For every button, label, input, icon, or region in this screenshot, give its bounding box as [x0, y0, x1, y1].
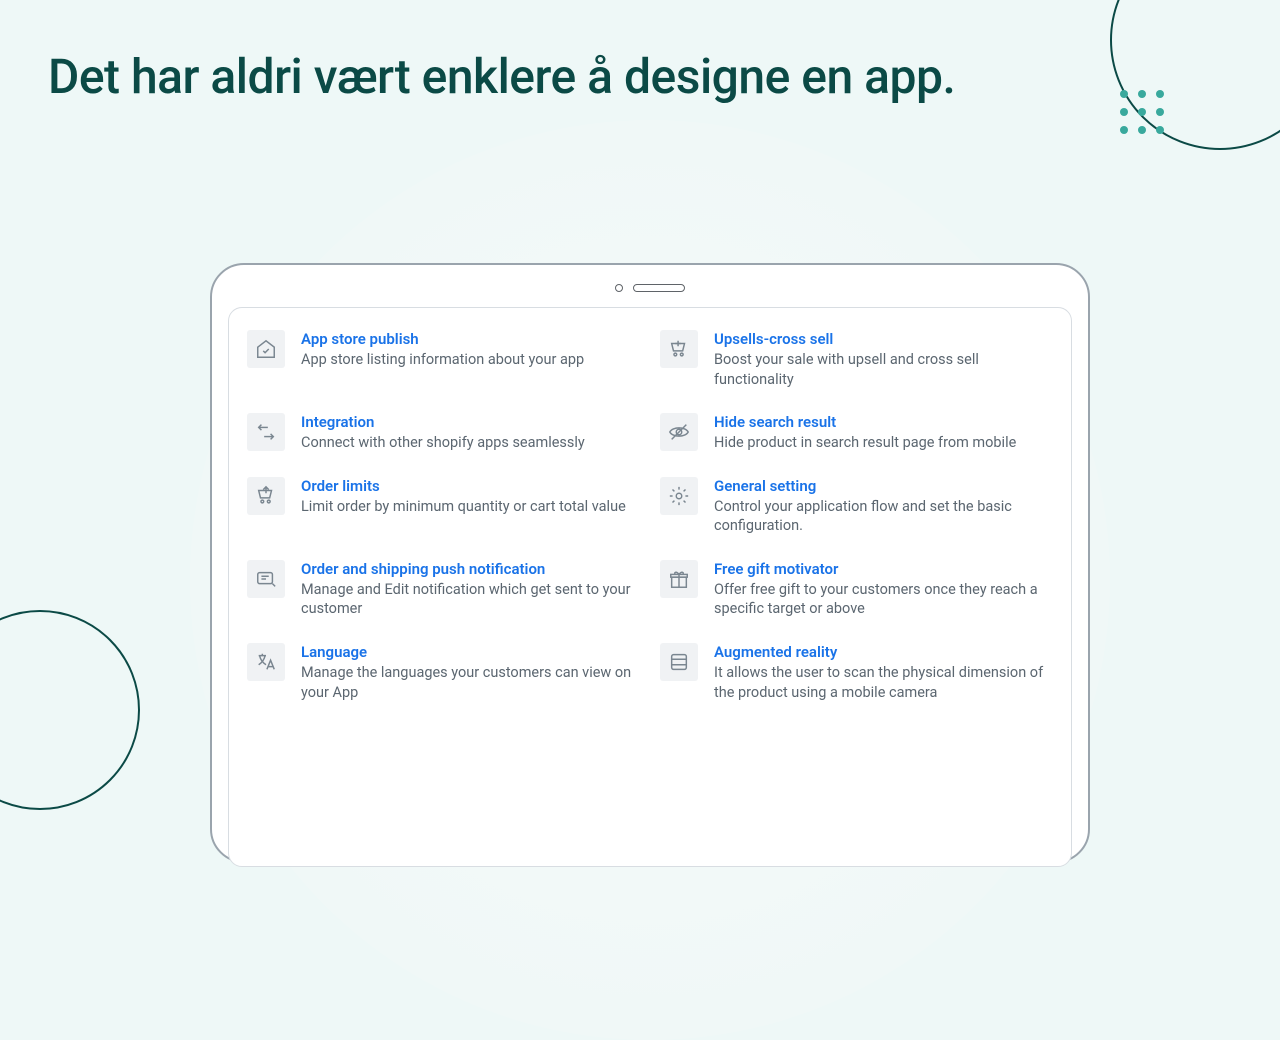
feature-desc: Limit order by minimum quantity or cart … [301, 497, 640, 517]
feature-augmented-reality[interactable]: Augmented reality It allows the user to … [660, 643, 1053, 702]
gear-icon [660, 477, 698, 515]
feature-order-limits[interactable]: Order limits Limit order by minimum quan… [247, 477, 640, 536]
decorative-circle-bottom [0, 610, 140, 810]
feature-desc: Manage the languages your customers can … [301, 663, 640, 702]
feature-desc: Control your application flow and set th… [714, 497, 1053, 536]
feature-title: App store publish [301, 330, 640, 348]
feature-language[interactable]: Language Manage the languages your custo… [247, 643, 640, 702]
feature-order-shipping-notification[interactable]: Order and shipping push notification Man… [247, 560, 640, 619]
gift-icon [660, 560, 698, 598]
house-check-icon [247, 330, 285, 368]
feature-desc: Manage and Edit notification which get s… [301, 580, 640, 619]
feature-hide-search-result[interactable]: Hide search result Hide product in searc… [660, 413, 1053, 453]
feature-desc: Hide product in search result page from … [714, 433, 1053, 453]
feature-title: Hide search result [714, 413, 1053, 431]
feature-title: Augmented reality [714, 643, 1053, 661]
feature-free-gift-motivator[interactable]: Free gift motivator Offer free gift to y… [660, 560, 1053, 619]
tablet-top-bar [228, 279, 1072, 297]
feature-title: Order limits [301, 477, 640, 495]
feature-desc: Boost your sale with upsell and cross se… [714, 350, 1053, 389]
tablet-screen: App store publish App store listing info… [228, 307, 1072, 867]
cart-plus-icon [660, 330, 698, 368]
feature-general-setting[interactable]: General setting Control your application… [660, 477, 1053, 536]
feature-title: Free gift motivator [714, 560, 1053, 578]
tablet-speaker-icon [633, 284, 685, 292]
feature-title: General setting [714, 477, 1053, 495]
feature-desc: Connect with other shopify apps seamless… [301, 433, 640, 453]
integration-icon [247, 413, 285, 451]
ar-scan-icon [660, 643, 698, 681]
feature-desc: App store listing information about your… [301, 350, 640, 370]
feature-title: Language [301, 643, 640, 661]
feature-desc: Offer free gift to your customers once t… [714, 580, 1053, 619]
dots-decoration [1120, 90, 1164, 134]
eye-off-icon [660, 413, 698, 451]
feature-upsells-cross-sell[interactable]: Upsells-cross sell Boost your sale with … [660, 330, 1053, 389]
feature-integration[interactable]: Integration Connect with other shopify a… [247, 413, 640, 453]
feature-app-store-publish[interactable]: App store publish App store listing info… [247, 330, 640, 389]
language-icon [247, 643, 285, 681]
notification-icon [247, 560, 285, 598]
tablet-frame: App store publish App store listing info… [210, 263, 1090, 863]
feature-title: Integration [301, 413, 640, 431]
feature-title: Order and shipping push notification [301, 560, 640, 578]
hero-title: Det har aldri vært enklere å designe en … [48, 48, 955, 105]
cart-limit-icon [247, 477, 285, 515]
feature-desc: It allows the user to scan the physical … [714, 663, 1053, 702]
feature-title: Upsells-cross sell [714, 330, 1053, 348]
tablet-camera-icon [615, 284, 623, 292]
features-grid: App store publish App store listing info… [247, 330, 1053, 702]
